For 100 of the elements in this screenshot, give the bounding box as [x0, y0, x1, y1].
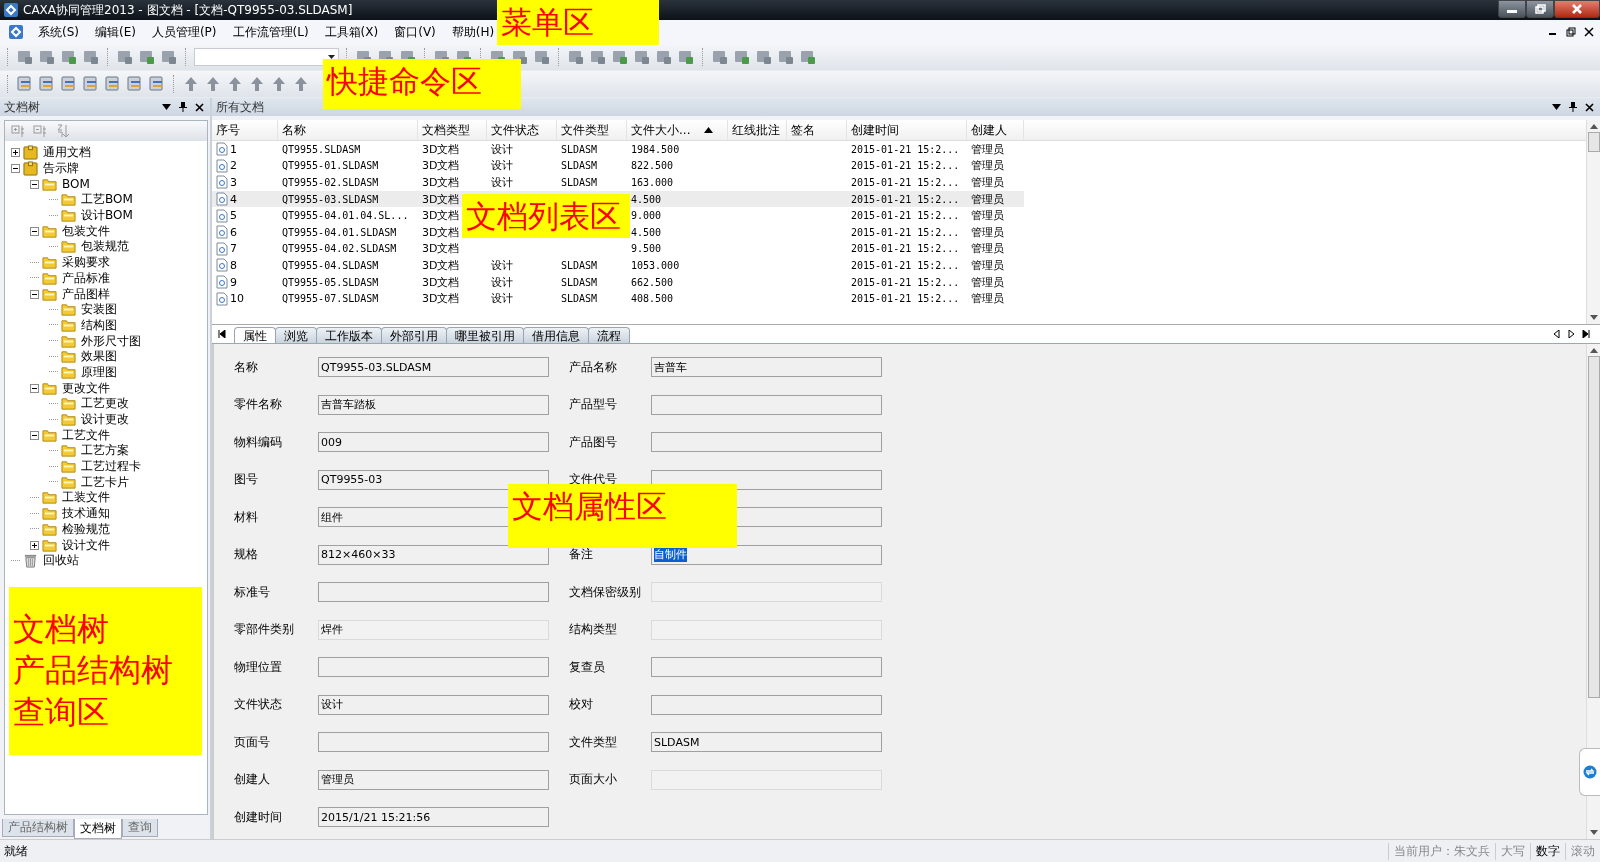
tree-item[interactable]: 设计文件 — [60, 536, 112, 554]
dropdown-arrow-icon[interactable] — [162, 104, 171, 110]
menu-item[interactable]: 工作流管理(L) — [232, 23, 309, 41]
tree-item[interactable]: 回收站 — [41, 552, 81, 570]
expander-icon[interactable] — [30, 430, 39, 440]
expander-icon[interactable] — [11, 164, 20, 174]
toolbar-icon[interactable] — [204, 75, 222, 93]
tree-item[interactable]: 安装图 — [79, 301, 119, 319]
menu-item[interactable]: 系统(S) — [38, 23, 79, 41]
input-field[interactable]: QT9955-03 — [318, 469, 549, 490]
input-field[interactable] — [651, 394, 882, 415]
toolbar-icon[interactable] — [567, 48, 585, 66]
row-header[interactable]: 3 — [212, 175, 278, 190]
scrollbar-thumb[interactable] — [1587, 132, 1600, 152]
tree-item[interactable]: 包装文件 — [60, 222, 112, 240]
toolbar-icon[interactable] — [148, 75, 166, 93]
expander-icon[interactable] — [30, 383, 39, 393]
input-field[interactable] — [318, 732, 549, 752]
tab[interactable]: 工作版本 — [316, 327, 382, 343]
tree-item[interactable]: 外形尺寸图 — [79, 332, 143, 350]
input-field[interactable]: 812×460×33 — [318, 544, 549, 565]
pin-icon[interactable] — [179, 102, 187, 112]
menu-item[interactable]: 编辑(E) — [95, 23, 136, 41]
tree-item[interactable]: BOM — [60, 177, 92, 192]
expander-icon[interactable] — [30, 226, 39, 236]
toolbar-icon[interactable] — [126, 75, 144, 93]
tree-item[interactable]: 工装文件 — [60, 489, 112, 507]
toolbar-icon[interactable] — [611, 48, 629, 66]
toolbar-icon[interactable] — [182, 75, 200, 93]
toolbar-icon[interactable] — [82, 48, 100, 66]
column-header[interactable]: 文件状态 — [487, 120, 557, 140]
tree-item[interactable]: 产品图样 — [60, 285, 112, 303]
row-header[interactable]: 2 — [212, 158, 278, 173]
toolbar-icon[interactable] — [38, 48, 56, 66]
input-field[interactable]: 设计 — [318, 694, 549, 715]
column-header[interactable]: 名称 — [278, 120, 418, 140]
scroll-down-icon[interactable] — [1589, 830, 1598, 835]
toolbar-icon[interactable] — [799, 48, 817, 66]
column-header[interactable]: 文件类型 — [557, 120, 627, 140]
tree-item[interactable]: 结构图 — [79, 316, 119, 334]
menu-item[interactable]: 工具箱(X) — [324, 23, 379, 41]
tree-item[interactable]: 工艺BOM — [79, 191, 135, 209]
tree-item[interactable]: 工艺文件 — [60, 426, 112, 444]
row-header[interactable]: 4 — [212, 192, 278, 207]
tab[interactable]: 浏览 — [275, 327, 317, 343]
expander-icon[interactable] — [30, 540, 39, 550]
toolbar-icon[interactable] — [655, 48, 673, 66]
row-header[interactable]: 7 — [212, 241, 278, 256]
input-field[interactable] — [651, 432, 882, 452]
input-field[interactable] — [318, 582, 549, 602]
toolbar-icon[interactable] — [16, 48, 34, 66]
column-header[interactable]: 创建人 — [967, 120, 1024, 140]
column-header[interactable]: 创建时间 — [847, 120, 967, 140]
toolbar-icon[interactable] — [82, 75, 100, 93]
tab[interactable]: 外部引用 — [381, 327, 447, 343]
input-field[interactable]: SLDASM — [651, 732, 882, 752]
tab[interactable]: 流程 — [588, 327, 630, 343]
column-header[interactable]: 红线批注 — [728, 120, 787, 140]
row-header[interactable]: 10 — [212, 291, 278, 306]
toolbar-icon[interactable] — [116, 48, 134, 66]
input-field[interactable]: 吉普车踏板 — [318, 394, 549, 415]
toolbar-icon[interactable] — [677, 48, 695, 66]
toolbar-icon[interactable] — [733, 48, 751, 66]
tree-item[interactable]: 通用文档 — [41, 144, 93, 162]
input-field[interactable]: 自制件 — [651, 544, 882, 565]
tree-item[interactable]: 告示牌 — [41, 160, 81, 178]
previous-icon[interactable] — [1554, 330, 1560, 338]
scrollbar-thumb[interactable] — [1587, 356, 1600, 698]
input-field[interactable] — [651, 469, 882, 490]
tree-item[interactable]: 工艺方案 — [79, 442, 131, 460]
dropdown-arrow-icon[interactable] — [1552, 104, 1561, 110]
row-header[interactable]: 6 — [212, 225, 278, 240]
row-header[interactable]: 9 — [212, 275, 278, 290]
toolbar-icon[interactable] — [60, 75, 78, 93]
next-icon[interactable] — [1568, 330, 1574, 338]
input-field[interactable]: 吉普车 — [651, 357, 882, 377]
toolbar-icon[interactable] — [270, 75, 288, 93]
toolbar-icon[interactable] — [633, 48, 651, 66]
expander-icon[interactable] — [11, 148, 20, 158]
scroll-up-icon[interactable] — [1589, 124, 1598, 129]
tree-item[interactable]: 采购要求 — [60, 254, 112, 272]
scroll-down-icon[interactable] — [1589, 315, 1598, 320]
tree-item[interactable]: 工艺更改 — [79, 395, 131, 413]
tree-item[interactable]: 包装规范 — [79, 238, 131, 256]
close-button[interactable] — [1554, 0, 1600, 18]
toolbar-icon[interactable] — [589, 48, 607, 66]
tree-item[interactable]: 更改文件 — [60, 379, 112, 397]
expand-all-icon[interactable] — [11, 124, 27, 138]
toolbar-icon[interactable] — [16, 75, 34, 93]
tab[interactable]: 借用信息 — [523, 327, 589, 343]
toolbar-icon[interactable] — [777, 48, 795, 66]
tree-item[interactable]: 原理图 — [79, 363, 119, 381]
tab[interactable]: 属性 — [234, 327, 276, 343]
tree-item[interactable]: 工艺过程卡 — [79, 458, 143, 476]
input-field[interactable] — [318, 657, 549, 677]
tree-item[interactable]: 效果图 — [79, 348, 119, 366]
column-header[interactable]: 文档类型 — [418, 120, 487, 140]
restore-button[interactable] — [1526, 0, 1554, 18]
tree-item[interactable]: 设计BOM — [79, 207, 135, 225]
toolbar-icon[interactable] — [755, 48, 773, 66]
